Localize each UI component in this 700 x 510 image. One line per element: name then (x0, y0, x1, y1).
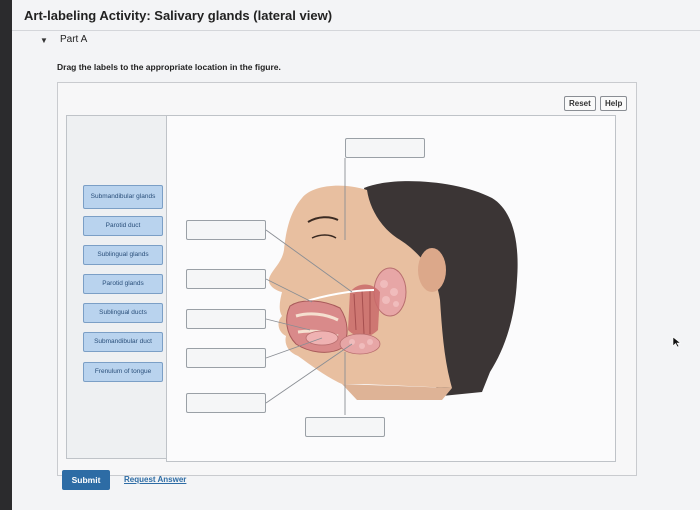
label-sublingual-glands[interactable]: Sublingual glands (83, 245, 163, 265)
drop-target-bottom[interactable] (305, 417, 385, 437)
label-parotid-duct[interactable]: Parotid duct (83, 216, 163, 236)
screen-bezel (0, 0, 12, 510)
drop-target-5[interactable] (186, 393, 266, 413)
ear-shape (418, 248, 446, 292)
label-parotid-glands[interactable]: Parotid glands (83, 274, 163, 294)
request-answer-link[interactable]: Request Answer (124, 475, 186, 484)
drop-target-2[interactable] (186, 269, 266, 289)
label-sublingual-ducts[interactable]: Sublingual ducts (83, 303, 163, 323)
label-submandibular-duct[interactable]: Submandibular duct (83, 332, 163, 352)
mouse-cursor-icon (672, 336, 682, 348)
drop-target-3[interactable] (186, 309, 266, 329)
label-submandibular-glands[interactable]: Submandibular glands (83, 185, 163, 209)
submit-button[interactable]: Submit (62, 470, 110, 490)
label-frenulum-of-tongue[interactable]: Frenulum of tongue (83, 362, 163, 382)
screen: Art-labeling Activity: Salivary glands (… (12, 0, 700, 510)
drop-target-1[interactable] (186, 220, 266, 240)
drop-target-4[interactable] (186, 348, 266, 368)
drop-target-top[interactable] (345, 138, 425, 158)
